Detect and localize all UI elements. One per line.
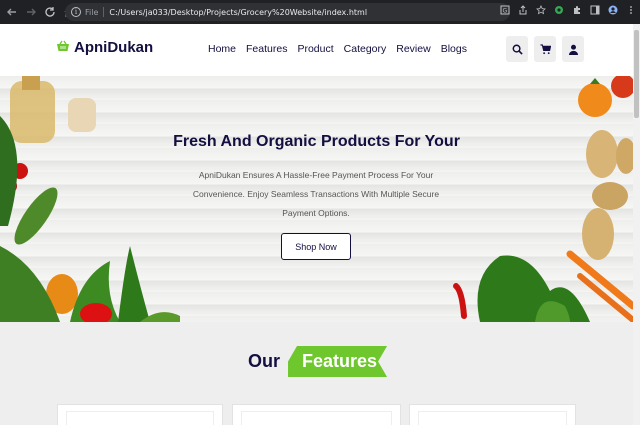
feature-card [57,404,223,425]
user-icon[interactable] [562,36,584,62]
hero-title: Fresh And Organic Products For Your [173,133,460,150]
nav-category[interactable]: Category [344,43,387,55]
vegetables-right-image [453,76,633,322]
share-icon[interactable] [518,5,528,15]
logo-text: ApniDukan [74,39,154,56]
site-header: ApniDukan Home Features Product Category… [0,24,633,76]
scroll-down-icon[interactable] [634,420,639,425]
translate-icon[interactable]: G [500,5,510,15]
features-heading-highlight: Features [288,346,387,377]
scroll-up-icon[interactable] [634,24,639,38]
forward-icon[interactable] [24,5,38,19]
reload-icon[interactable] [43,5,57,19]
cart-icon[interactable] [534,36,556,62]
address-bar[interactable]: i File C:/Users/ja033/Desktop/Projects/G… [65,3,510,21]
menu-icon[interactable] [626,5,636,15]
profile-icon[interactable] [608,5,618,15]
hero-banner: Fresh And Organic Products For Your Apni… [0,76,633,322]
star-icon[interactable] [536,5,546,15]
search-icon[interactable] [506,36,528,62]
browser-actions: G [500,5,636,15]
features-heading: Our Features [248,346,387,377]
feature-card [232,404,401,425]
page-scrollbar[interactable] [633,24,640,425]
nav-home[interactable]: Home [208,43,236,55]
svg-text:G: G [503,8,508,15]
separator [103,7,105,17]
basket-icon [56,38,70,57]
nav-blogs[interactable]: Blogs [441,43,467,55]
features-heading-plain: Our [248,351,281,371]
nav-review[interactable]: Review [396,43,430,55]
browser-toolbar: i File C:/Users/ja033/Desktop/Projects/G… [0,0,640,24]
url-text[interactable]: C:/Users/ja033/Desktop/Projects/Grocery%… [109,8,367,17]
file-label: File [85,7,99,17]
header-actions [506,36,584,62]
puzzle-icon[interactable] [572,5,582,15]
info-icon[interactable]: i [71,7,81,17]
hero-description: ApniDukan Ensures A Hassle-Free Payment … [192,170,440,218]
main-nav: Home Features Product Category Review Bl… [208,43,467,55]
feature-card [409,404,576,425]
scrollbar-thumb[interactable] [634,30,639,118]
nav-product[interactable]: Product [297,43,333,55]
nav-features[interactable]: Features [246,43,287,55]
extension-icon[interactable] [554,5,564,15]
back-icon[interactable] [5,5,19,19]
vegetables-left-image [0,76,180,322]
logo[interactable]: ApniDukan [56,38,153,57]
sidebar-icon[interactable] [590,5,600,15]
shop-now-button[interactable]: Shop Now [281,233,351,260]
